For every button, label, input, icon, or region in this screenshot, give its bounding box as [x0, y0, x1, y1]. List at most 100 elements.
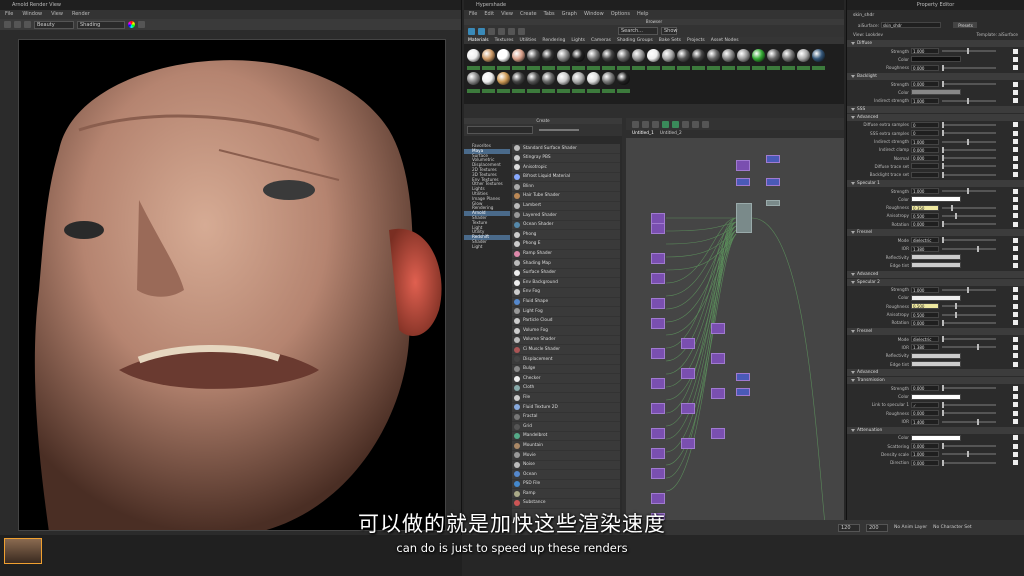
shader-node[interactable] — [651, 253, 665, 264]
attribute-slider[interactable] — [942, 286, 996, 293]
view-label[interactable]: View: Lookdev — [853, 32, 883, 37]
slider-handle[interactable] — [977, 418, 979, 425]
shader-node[interactable] — [651, 468, 665, 479]
tab-bake-sets[interactable]: Bake Sets — [659, 37, 681, 44]
output-node[interactable] — [736, 203, 752, 233]
shader-node[interactable] — [651, 348, 665, 359]
attribute-slider[interactable] — [942, 171, 996, 178]
attribute-field[interactable]: 0.000 — [911, 146, 939, 153]
attribute-slider[interactable] — [942, 221, 996, 228]
shader-node[interactable] — [711, 353, 725, 364]
attribute-slider[interactable] — [942, 204, 996, 211]
slider-handle[interactable] — [942, 81, 944, 88]
slider-handle[interactable] — [954, 303, 957, 310]
slider-handle[interactable] — [942, 171, 944, 178]
menu-render[interactable]: Render — [72, 10, 90, 19]
material-swatch[interactable] — [512, 47, 526, 70]
section-header[interactable]: Advanced — [847, 270, 1024, 278]
attribute-slider[interactable] — [942, 311, 996, 318]
slider-handle[interactable] — [976, 245, 979, 252]
menu-file[interactable]: File — [5, 10, 13, 19]
hs-menu-help[interactable]: Help — [637, 10, 648, 19]
map-button[interactable] — [1013, 287, 1018, 293]
attribute-field[interactable]: dielectric — [911, 237, 939, 244]
map-button[interactable] — [1013, 163, 1018, 169]
attribute-slider[interactable] — [942, 237, 996, 244]
section-header[interactable]: Fresnel — [847, 328, 1024, 336]
tab-lights[interactable]: Lights — [571, 37, 585, 44]
material-swatch[interactable] — [647, 47, 661, 70]
character-set-select[interactable]: No Character Set — [933, 525, 972, 530]
color-swatch[interactable] — [911, 56, 961, 63]
hs-menu-graph[interactable]: Graph — [562, 10, 577, 19]
create-search-input[interactable] — [467, 126, 533, 134]
section-header[interactable]: Diffuse — [847, 40, 1024, 47]
material-swatch[interactable] — [692, 47, 706, 70]
section-header[interactable]: Fresnel — [847, 229, 1024, 237]
map-button[interactable] — [1013, 303, 1018, 309]
map-button[interactable] — [1013, 130, 1018, 136]
attribute-field[interactable]: 0 — [911, 121, 939, 128]
map-button[interactable] — [1013, 419, 1018, 425]
range-start-field[interactable]: 120 — [838, 523, 860, 532]
color-swatch[interactable] — [911, 393, 961, 400]
slider-handle[interactable] — [967, 138, 969, 145]
slider-handle[interactable] — [942, 163, 944, 170]
shader-node[interactable] — [681, 338, 695, 349]
tab-rendering[interactable]: Rendering — [542, 37, 565, 44]
slider-handle[interactable] — [942, 336, 944, 343]
material-swatch[interactable] — [767, 47, 781, 70]
shader-node[interactable] — [736, 178, 750, 186]
slider-handle[interactable] — [967, 286, 969, 293]
slider-handle[interactable] — [942, 385, 944, 392]
material-swatch[interactable] — [467, 47, 481, 70]
attribute-field[interactable]: 0 — [911, 130, 939, 137]
shader-node[interactable] — [651, 378, 665, 389]
slider-handle[interactable] — [954, 212, 957, 219]
render-canvas[interactable] — [18, 39, 446, 531]
material-swatch[interactable] — [557, 47, 571, 70]
slider-handle[interactable] — [954, 311, 957, 318]
shader-node[interactable] — [681, 368, 695, 379]
map-button[interactable] — [1013, 172, 1018, 178]
material-swatch[interactable] — [542, 70, 556, 93]
shader-node[interactable] — [651, 428, 665, 439]
slider-handle[interactable] — [942, 121, 944, 128]
shader-node[interactable] — [766, 178, 780, 186]
map-button[interactable] — [1013, 344, 1018, 350]
material-swatch[interactable] — [707, 47, 721, 70]
map-button[interactable] — [1013, 394, 1018, 400]
attribute-slider[interactable] — [942, 336, 996, 343]
tab-cameras[interactable]: Cameras — [591, 37, 611, 44]
slider-handle[interactable] — [942, 443, 944, 450]
slider-handle[interactable] — [942, 410, 944, 417]
shader-node[interactable] — [711, 428, 725, 439]
hs-menu-view[interactable]: View — [501, 10, 513, 19]
attribute-slider[interactable] — [942, 48, 996, 55]
attribute-field[interactable]: 1.000 — [911, 48, 939, 55]
graph-tab-2[interactable]: Untitled_2 — [660, 130, 682, 138]
material-swatch[interactable] — [482, 70, 496, 93]
map-button[interactable] — [1013, 402, 1018, 408]
attribute-field[interactable]: 1.400 — [911, 418, 939, 425]
stop-icon[interactable] — [14, 21, 21, 28]
hs-menu-create[interactable]: Create — [520, 10, 537, 19]
menu-window[interactable]: Window — [22, 10, 42, 19]
attribute-slider[interactable] — [942, 344, 996, 351]
color-swatch[interactable] — [911, 89, 961, 96]
attribute-slider[interactable] — [942, 138, 996, 145]
shader-node[interactable] — [651, 493, 665, 504]
hs-menu-tabs[interactable]: Tabs — [544, 10, 555, 19]
range-end-field[interactable]: 200 — [866, 523, 888, 532]
tab-materials[interactable]: Materials — [468, 37, 489, 44]
type-field[interactable]: skin_shdr — [881, 22, 941, 28]
attribute-slider[interactable] — [942, 401, 996, 408]
map-button[interactable] — [1013, 237, 1018, 243]
attribute-field[interactable]: 1.000 — [911, 97, 939, 104]
slider-handle[interactable] — [967, 48, 969, 55]
shader-node[interactable] — [736, 160, 750, 171]
attribute-slider[interactable] — [942, 443, 996, 450]
graph-remove-icon[interactable] — [652, 120, 659, 128]
color-swatch[interactable] — [911, 262, 961, 269]
tab-asset-nodes[interactable]: Asset Nodes — [711, 37, 739, 44]
